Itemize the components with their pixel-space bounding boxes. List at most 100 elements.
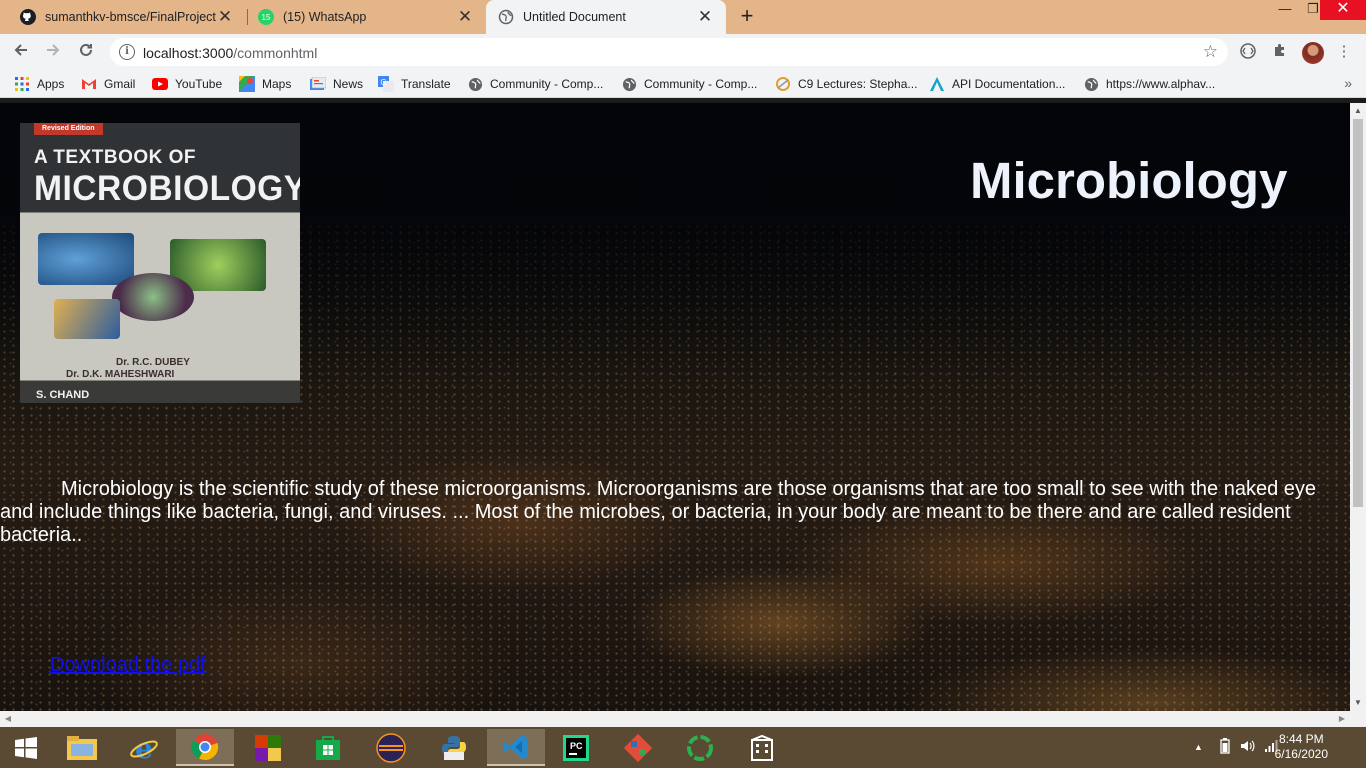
circle-app-icon[interactable]: [674, 729, 726, 766]
bookmark-community-1[interactable]: Community - Comp...: [467, 75, 603, 93]
whatsapp-badge: 15: [262, 13, 271, 22]
svg-text:e: e: [135, 733, 153, 763]
close-tab-icon[interactable]: ✕: [696, 8, 714, 26]
bookmarks-bar: Apps Gmail YouTube Maps News G Translate: [0, 70, 1366, 98]
address-bar[interactable]: i localhost:3000/commonhtml ☆: [110, 38, 1228, 66]
scroll-left-arrow-icon[interactable]: ◀: [0, 711, 16, 727]
eclipse-icon[interactable]: [365, 729, 417, 766]
tab-github[interactable]: sumanthkv-bmsce/FinalProject ✕: [0, 0, 246, 34]
bookmark-label: https://www.alphav...: [1106, 77, 1216, 91]
book-publisher: S. CHAND: [36, 389, 90, 401]
site-info-icon[interactable]: i: [119, 44, 135, 60]
download-pdf-link[interactable]: Download the pdf: [50, 654, 206, 677]
bookmark-label: YouTube: [175, 77, 223, 91]
vscode-icon[interactable]: [487, 729, 545, 766]
extension-icon[interactable]: [1238, 42, 1258, 62]
new-tab-button[interactable]: +: [736, 5, 758, 28]
building-app-icon[interactable]: [736, 729, 788, 766]
bookmark-apps[interactable]: Apps: [14, 75, 64, 93]
page-viewport: Revised Edition A TEXTBOOK OF MICROBIOLO…: [0, 103, 1350, 711]
book-cover-photo: [54, 299, 120, 339]
whatsapp-icon: 15: [258, 9, 274, 25]
file-explorer-icon[interactable]: [56, 729, 108, 766]
reload-button[interactable]: [74, 40, 98, 64]
chrome-icon[interactable]: [176, 729, 234, 766]
forward-arrow-icon: [47, 44, 60, 56]
battery-icon[interactable]: [1220, 738, 1230, 757]
scroll-down-arrow-icon[interactable]: ▼: [1350, 695, 1366, 711]
scroll-right-arrow-icon[interactable]: ▶: [1334, 711, 1350, 727]
pycharm-icon[interactable]: PC: [550, 729, 602, 766]
book-author1: Dr. R.C. DUBEY: [116, 357, 190, 368]
reload-icon: [80, 43, 92, 56]
bookmark-translate[interactable]: G Translate: [378, 75, 451, 93]
menu-kebab-icon[interactable]: ⋮: [1334, 42, 1354, 62]
bookmark-community-2[interactable]: Community - Comp...: [621, 75, 757, 93]
svg-text:PC: PC: [570, 741, 583, 751]
bookmark-maps[interactable]: Maps: [239, 75, 291, 93]
book-title-line2: MICROBIOLOGY: [34, 169, 300, 208]
bookmark-label: C9 Lectures: Stepha...: [798, 77, 918, 91]
scroll-up-arrow-icon[interactable]: ▲: [1350, 103, 1366, 119]
page-title: Microbiology: [970, 152, 1288, 209]
microsoft-store-icon[interactable]: [302, 729, 354, 766]
translate-icon: G: [378, 76, 394, 92]
book-edition: Revised Edition: [34, 123, 103, 135]
show-hidden-icons-chevron-icon[interactable]: ▲: [1194, 742, 1203, 752]
tab-untitled-document[interactable]: Untitled Document ✕: [486, 0, 726, 34]
youtube-icon: [152, 76, 168, 92]
svg-text:G: G: [380, 78, 386, 87]
close-tab-icon[interactable]: ✕: [216, 8, 234, 26]
bookmark-c9-lectures[interactable]: C9 Lectures: Stepha...: [775, 75, 917, 93]
bookmark-star-icon[interactable]: ☆: [1203, 42, 1218, 62]
bookmark-label: Maps: [262, 77, 292, 91]
gmail-icon: [81, 76, 97, 92]
tab-whatsapp[interactable]: 15 (15) WhatsApp ✕: [238, 0, 486, 34]
office-icon[interactable]: [242, 729, 294, 766]
tab-strip: sumanthkv-bmsce/FinalProject ✕ 15 (15) W…: [0, 0, 1366, 34]
tab-title: sumanthkv-bmsce/FinalProject: [45, 10, 216, 24]
globe-icon: [498, 9, 514, 25]
api-icon: [929, 76, 945, 92]
globe-icon: [467, 76, 483, 92]
book-cover-photo: [112, 273, 194, 321]
c9-icon: [775, 76, 791, 92]
close-tab-icon[interactable]: ✕: [456, 8, 474, 26]
bookmark-label: Translate: [401, 77, 451, 91]
browser-toolbar: i localhost:3000/commonhtml ☆ ⋮: [0, 34, 1366, 70]
start-button[interactable]: [0, 729, 52, 766]
scrollbar-thumb[interactable]: [1353, 119, 1363, 507]
forward-button[interactable]: [41, 40, 65, 64]
extensions-puzzle-icon[interactable]: [1270, 42, 1290, 62]
bookmark-gmail[interactable]: Gmail: [81, 75, 135, 93]
apps-grid-icon: [14, 76, 30, 92]
bookmark-alphavantage[interactable]: https://www.alphav...: [1083, 75, 1215, 93]
bookmark-label: API Documentation...: [952, 77, 1066, 91]
windows-taskbar: e PC ▲ 8:44 PM 6/16/2020: [0, 727, 1366, 768]
internet-explorer-icon[interactable]: e: [118, 729, 170, 766]
book-cover-photo: [38, 233, 134, 285]
more-bookmarks-chevron-icon[interactable]: »: [1344, 75, 1352, 91]
globe-icon: [1083, 76, 1099, 92]
globe-icon: [621, 76, 637, 92]
volume-icon[interactable]: [1240, 738, 1256, 757]
system-clock[interactable]: 8:44 PM 6/16/2020: [1275, 732, 1328, 762]
bookmark-label: Community - Comp...: [490, 77, 604, 91]
book-author2: Dr. D.K. MAHESHWARI: [66, 369, 175, 380]
profile-avatar[interactable]: [1302, 42, 1324, 64]
windows-logo-icon: [15, 736, 37, 759]
horizontal-scrollbar[interactable]: ◀ ▶: [0, 711, 1366, 727]
bookmark-label: Gmail: [104, 77, 136, 91]
url-text[interactable]: localhost:3000/commonhtml: [143, 45, 317, 61]
back-arrow-icon: [14, 44, 27, 56]
close-window-button[interactable]: ✕: [1320, 0, 1366, 20]
bookmark-api-documentation[interactable]: API Documentation...: [929, 75, 1065, 93]
python-icon[interactable]: [428, 729, 480, 766]
clock-date: 6/16/2020: [1274, 747, 1328, 761]
bookmark-youtube[interactable]: YouTube: [152, 75, 222, 93]
tab-title: Untitled Document: [523, 10, 626, 24]
back-button[interactable]: [9, 40, 33, 64]
git-gui-icon[interactable]: [612, 729, 664, 766]
bookmark-news[interactable]: News: [310, 75, 363, 93]
vertical-scrollbar[interactable]: ▲ ▼: [1350, 103, 1366, 711]
